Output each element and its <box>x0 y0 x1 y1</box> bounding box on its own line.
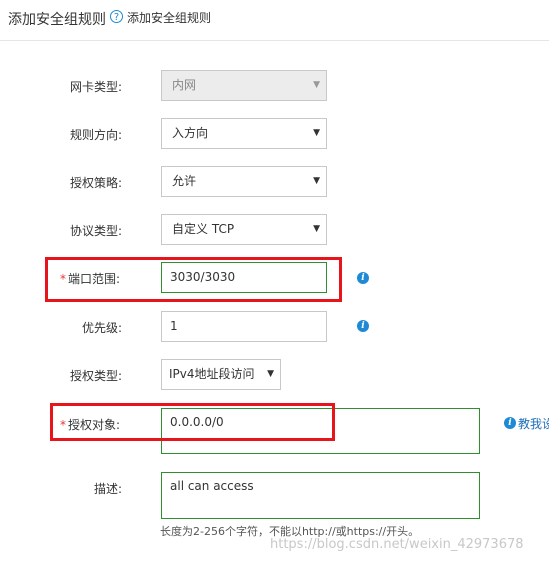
policy-label: 授权策略: <box>70 176 123 190</box>
direction-value: 入方向 <box>172 126 209 140</box>
chevron-down-icon: ▼ <box>313 224 320 234</box>
nic-type-select: 内网 ▼ <box>161 70 327 101</box>
priority-label: 优先级: <box>82 321 123 335</box>
protocol-select[interactable]: 自定义 TCP ▼ <box>161 214 327 245</box>
policy-value: 允许 <box>172 174 197 188</box>
direction-label: 规则方向: <box>70 128 123 142</box>
chevron-down-icon: ▼ <box>313 80 320 90</box>
highlight-box-port <box>45 257 342 302</box>
info-icon[interactable]: i <box>357 320 369 332</box>
protocol-value: 自定义 TCP <box>172 222 235 236</box>
info-icon: i <box>504 417 516 429</box>
chevron-down-icon: ▼ <box>267 369 274 379</box>
direction-select[interactable]: 入方向 ▼ <box>161 118 327 149</box>
teach-me-link[interactable]: 教我设 <box>518 415 549 432</box>
help-link[interactable]: 添加安全组规则 <box>127 9 211 26</box>
description-textarea[interactable]: all can access <box>161 472 480 519</box>
chevron-down-icon: ▼ <box>313 176 320 186</box>
nic-type-label: 网卡类型: <box>70 80 123 94</box>
protocol-label: 协议类型: <box>70 224 123 238</box>
priority-input[interactable]: 1 <box>161 311 327 342</box>
auth-type-label: 授权类型: <box>70 369 123 383</box>
dialog-title: 添加安全组规则 <box>8 12 106 28</box>
description-label: 描述: <box>94 482 123 496</box>
nic-type-value: 内网 <box>172 78 197 92</box>
question-circle-icon[interactable]: ? <box>110 10 123 23</box>
auth-type-select[interactable]: IPv4地址段访问 ▼ <box>161 359 281 390</box>
watermark: https://blog.csdn.net/weixin_42973678 <box>270 537 524 552</box>
auth-type-value: IPv4地址段访问 <box>169 367 255 381</box>
dialog-header: 添加安全组规则 ? 添加安全组规则 <box>0 0 549 41</box>
highlight-box-auth-object <box>50 403 335 441</box>
chevron-down-icon: ▼ <box>313 128 320 138</box>
policy-select[interactable]: 允许 ▼ <box>161 166 327 197</box>
info-icon[interactable]: i <box>357 272 369 284</box>
